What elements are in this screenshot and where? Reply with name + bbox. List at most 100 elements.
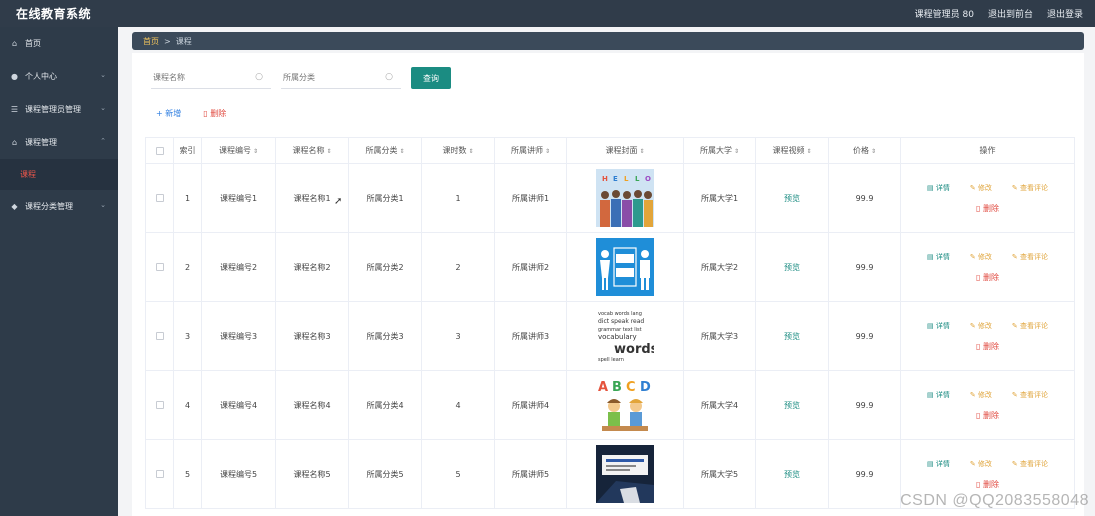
add-button[interactable]: + 新增 bbox=[156, 108, 181, 119]
mouse-cursor-icon: ➚ bbox=[334, 196, 343, 207]
sort-icon[interactable]: ⇕ bbox=[326, 148, 331, 155]
svg-text:B: B bbox=[612, 380, 622, 395]
row-select-cell bbox=[145, 232, 174, 302]
column-header[interactable]: 课程编号 ⇕ bbox=[201, 137, 276, 164]
detail-button[interactable]: ▤ 详情 bbox=[927, 183, 950, 193]
svg-text:L: L bbox=[624, 175, 629, 183]
course-name-cell: 课程名称4 bbox=[275, 370, 349, 440]
breadcrumb-current: 课程 bbox=[175, 36, 192, 46]
sidebar-item-label: 个人中心 bbox=[25, 72, 57, 81]
video-preview-link[interactable]: 预览 bbox=[784, 194, 800, 203]
table-row: 3 课程编号3 课程名称3 所属分类3 3 所属讲师3 vocab words lang di… bbox=[145, 301, 1075, 371]
column-header[interactable]: 课程视频 ⇕ bbox=[755, 137, 829, 164]
course-cover-image bbox=[596, 238, 654, 296]
detail-icon: ▤ bbox=[926, 252, 936, 261]
course-name-search: ○ bbox=[151, 67, 271, 89]
view-comments-button[interactable]: ✎ 查看评论 bbox=[1012, 183, 1048, 193]
edit-button[interactable]: ✎ 修改 bbox=[970, 183, 992, 193]
sidebar-item-course-management[interactable]: ⌂ 课程管理 ⌃ bbox=[0, 126, 118, 159]
sort-icon[interactable]: ⇕ bbox=[734, 148, 739, 155]
trash-icon: ▯ bbox=[976, 272, 983, 282]
hours-cell: 2 bbox=[421, 232, 495, 302]
edit-icon: ✎ bbox=[969, 390, 978, 399]
batch-delete-button[interactable]: ▯ 删除 bbox=[203, 108, 226, 119]
edit-button[interactable]: ✎ 修改 bbox=[970, 252, 992, 262]
price-cell: 99.9 bbox=[828, 439, 901, 509]
column-header[interactable]: 价格 ⇕ bbox=[828, 137, 901, 164]
query-button[interactable]: 查询 bbox=[411, 67, 451, 89]
delete-button[interactable]: ▯ 删除 bbox=[976, 203, 999, 214]
select-all-header bbox=[145, 137, 174, 164]
action-row: + 新增 ▯ 删除 bbox=[156, 108, 226, 119]
edit-button[interactable]: ✎ 修改 bbox=[970, 321, 992, 331]
edit-button[interactable]: ✎ 修改 bbox=[970, 390, 992, 400]
search-icon: ○ bbox=[385, 72, 393, 82]
cover-cell bbox=[566, 232, 684, 302]
edit-icon: ✎ bbox=[1011, 321, 1021, 330]
row-checkbox[interactable] bbox=[155, 470, 164, 478]
video-preview-link[interactable]: 预览 bbox=[784, 263, 800, 272]
category-input[interactable] bbox=[281, 67, 401, 88]
delete-button[interactable]: ▯ 删除 bbox=[976, 479, 999, 490]
sidebar-item-home[interactable]: ⌂ 首页 bbox=[0, 27, 118, 60]
sidebar-item-category-management[interactable]: ◆ 课程分类管理 ⌄ bbox=[0, 190, 118, 223]
sort-icon[interactable]: ⇕ bbox=[399, 148, 404, 155]
edit-button[interactable]: ✎ 修改 bbox=[970, 459, 992, 469]
current-user-label: 课程管理员 80 bbox=[914, 10, 974, 20]
delete-button[interactable]: ▯ 删除 bbox=[976, 341, 999, 352]
select-all-checkbox[interactable] bbox=[155, 146, 164, 155]
detail-icon: ▤ bbox=[926, 321, 936, 330]
course-name-input[interactable] bbox=[151, 67, 271, 88]
trash-icon: ▯ bbox=[976, 410, 983, 420]
course-cover-image: ABCD bbox=[596, 376, 654, 434]
video-preview-link[interactable]: 预览 bbox=[784, 470, 800, 479]
sidebar-item-label: 课程管理员管理 bbox=[25, 105, 81, 114]
sort-icon[interactable]: ⇕ bbox=[871, 148, 876, 155]
column-header[interactable]: 课程封面 ⇕ bbox=[566, 137, 684, 164]
row-checkbox[interactable] bbox=[155, 263, 164, 271]
detail-button[interactable]: ▤ 详情 bbox=[927, 252, 950, 262]
sort-icon[interactable]: ⇕ bbox=[639, 148, 644, 155]
edit-icon: ✎ bbox=[1011, 183, 1021, 192]
operations-group: ▤ 详情 ✎ 修改 ✎ 查看评论 ▯ 删除 bbox=[901, 459, 1074, 490]
detail-button[interactable]: ▤ 详情 bbox=[927, 390, 950, 400]
trash-icon: ▯ bbox=[976, 341, 983, 351]
trash-icon: ▯ bbox=[976, 479, 983, 489]
row-checkbox[interactable] bbox=[155, 401, 164, 409]
video-preview-link[interactable]: 预览 bbox=[784, 332, 800, 341]
sort-icon[interactable]: ⇕ bbox=[468, 148, 473, 155]
sort-icon[interactable]: ⇕ bbox=[806, 148, 811, 155]
column-header[interactable]: 课时数 ⇕ bbox=[421, 137, 495, 164]
svg-text:C: C bbox=[626, 380, 636, 395]
sidebar-subitem-course[interactable]: 课程 bbox=[0, 159, 118, 190]
index-cell: 4 bbox=[173, 370, 202, 440]
column-header[interactable]: 所属大学 ⇕ bbox=[683, 137, 756, 164]
logout-link[interactable]: 退出登录 bbox=[1047, 7, 1083, 20]
row-checkbox[interactable] bbox=[155, 194, 164, 202]
sort-icon[interactable]: ⇕ bbox=[253, 148, 258, 155]
table-header-row: 索引 课程编号 ⇕ 课程名称 ⇕ 所属分类 ⇕ 课时数 ⇕ 所属讲师 ⇕ 课程封面 ⇕ 所属… bbox=[145, 137, 1075, 164]
operations-group: ▤ 详情 ✎ 修改 ✎ 查看评论 ▯ 删除 bbox=[901, 252, 1074, 283]
view-comments-button[interactable]: ✎ 查看评论 bbox=[1012, 321, 1048, 331]
delete-button[interactable]: ▯ 删除 bbox=[976, 272, 999, 283]
exit-to-front-link[interactable]: 退出到前台 bbox=[988, 7, 1033, 20]
column-header[interactable]: 所属讲师 ⇕ bbox=[494, 137, 567, 164]
course-name-cell: 课程名称2 bbox=[275, 232, 349, 302]
view-comments-button[interactable]: ✎ 查看评论 bbox=[1012, 252, 1048, 262]
delete-button[interactable]: ▯ 删除 bbox=[976, 410, 999, 421]
row-checkbox[interactable] bbox=[155, 332, 164, 340]
detail-button[interactable]: ▤ 详情 bbox=[927, 459, 950, 469]
column-header[interactable]: 所属分类 ⇕ bbox=[348, 137, 422, 164]
sidebar-item-admin-management[interactable]: ☰ 课程管理员管理 ⌄ bbox=[0, 93, 118, 126]
column-header[interactable]: 课程名称 ⇕ bbox=[275, 137, 349, 164]
sidebar-item-personal-center[interactable]: ● 个人中心 ⌄ bbox=[0, 60, 118, 93]
university-cell: 所属大学3 bbox=[683, 301, 756, 371]
edit-icon: ✎ bbox=[969, 252, 978, 261]
sort-icon[interactable]: ⇕ bbox=[545, 148, 550, 155]
price-cell: 99.9 bbox=[828, 163, 901, 233]
video-preview-link[interactable]: 预览 bbox=[784, 401, 800, 410]
view-comments-button[interactable]: ✎ 查看评论 bbox=[1012, 459, 1048, 469]
detail-button[interactable]: ▤ 详情 bbox=[927, 321, 950, 331]
view-comments-button[interactable]: ✎ 查看评论 bbox=[1012, 390, 1048, 400]
breadcrumb-home[interactable]: 首页 bbox=[143, 36, 159, 47]
